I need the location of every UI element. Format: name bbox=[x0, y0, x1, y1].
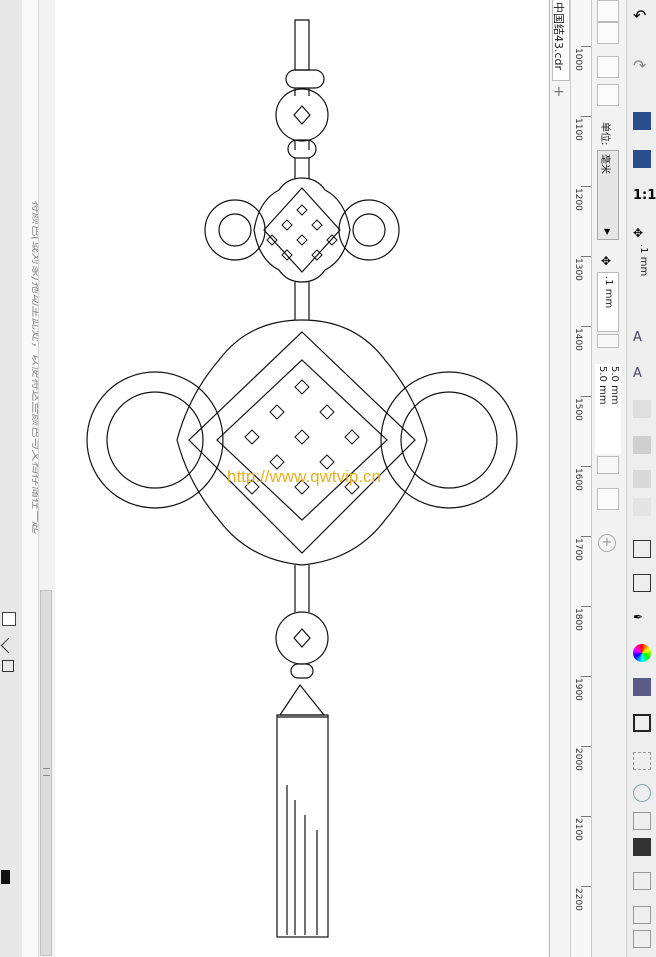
document-tab-strip: 中国结43.cdr + bbox=[550, 0, 571, 957]
ruler-label: 1100 bbox=[573, 118, 583, 141]
ruler-label: 1600 bbox=[573, 468, 583, 491]
distribute-icon[interactable] bbox=[633, 498, 651, 516]
bracket-icon[interactable] bbox=[633, 574, 651, 592]
ruler-tick bbox=[581, 746, 591, 747]
ruler-label: 1800 bbox=[573, 608, 583, 631]
chevron-down-icon: ▼ bbox=[604, 227, 611, 236]
ruler-tick bbox=[581, 816, 591, 817]
nudge-stepper[interactable] bbox=[597, 334, 619, 348]
page-view-button[interactable] bbox=[597, 0, 619, 22]
color-wheel-icon[interactable] bbox=[633, 644, 651, 662]
units-value: 毫米 bbox=[599, 154, 610, 174]
scrollbar-grip-icon bbox=[43, 768, 50, 776]
text-warp-icon[interactable]: A bbox=[633, 366, 651, 384]
nudge-icon: ✥ bbox=[633, 226, 644, 240]
palette-color-swatch[interactable] bbox=[2, 612, 16, 626]
nudge-value: .1 mm bbox=[603, 276, 614, 309]
duplicate-distance-field[interactable]: 5.0 mm 5.0 mm bbox=[595, 364, 621, 454]
frame-icon[interactable] bbox=[633, 714, 651, 732]
page-icon[interactable] bbox=[597, 22, 619, 44]
export-icon[interactable] bbox=[633, 150, 651, 168]
units-label: 单位: bbox=[599, 122, 610, 146]
units-dropdown[interactable]: 毫米 ▼ bbox=[597, 150, 619, 240]
ruler-label: 1000 bbox=[573, 48, 583, 71]
text-icon[interactable]: A bbox=[633, 330, 651, 348]
right-toolbar: ↶ ↷ 1:1 ✥ .1 mm A A ✒ bbox=[627, 0, 656, 957]
color-palette-strip[interactable] bbox=[0, 0, 23, 957]
bracket-icon[interactable] bbox=[633, 540, 651, 558]
ruler-tick bbox=[581, 466, 591, 467]
ruler-tick bbox=[581, 396, 591, 397]
gradient-icon[interactable] bbox=[633, 436, 651, 454]
nudge-icon: ✥ bbox=[601, 254, 612, 268]
globe-icon[interactable] bbox=[633, 784, 651, 802]
import-icon[interactable] bbox=[633, 112, 651, 130]
chinese-knot-drawing[interactable]: http://www.qwtvip.cn bbox=[55, 0, 549, 957]
redo-icon[interactable]: ↷ bbox=[633, 56, 651, 75]
scale-label[interactable]: 1:1 bbox=[633, 188, 656, 206]
pen-icon[interactable]: ✒ bbox=[633, 610, 651, 628]
ruler-tick bbox=[581, 886, 591, 887]
align-icon[interactable] bbox=[633, 470, 651, 488]
canvas-watermark: http://www.qwtvip.cn bbox=[227, 467, 381, 486]
docker-scrollbar[interactable] bbox=[38, 0, 55, 957]
ruler-tick bbox=[581, 676, 591, 677]
ruler-tick bbox=[581, 256, 591, 257]
ruler-label: 2000 bbox=[573, 748, 583, 771]
property-bar: 单位: 毫米 ▼ ✥ .1 mm 5.0 mm 5.0 mm + bbox=[592, 0, 627, 957]
settings-icon[interactable] bbox=[633, 930, 651, 948]
cmyk-icon[interactable] bbox=[633, 872, 651, 890]
ruler-tick bbox=[581, 326, 591, 327]
arrow-icon[interactable] bbox=[0, 637, 17, 654]
image-icon[interactable] bbox=[633, 838, 651, 856]
ruler-label: 1300 bbox=[573, 258, 583, 281]
nudge-field[interactable]: .1 mm bbox=[597, 272, 619, 332]
document-tab[interactable]: 中国结43.cdr bbox=[552, 0, 570, 81]
undo-icon[interactable]: ↶ bbox=[633, 6, 651, 25]
black-swatch[interactable] bbox=[1, 870, 10, 884]
drawing-canvas[interactable]: http://www.qwtvip.cn bbox=[55, 0, 550, 957]
ruler-tick bbox=[581, 46, 591, 47]
ruler-label: 1400 bbox=[573, 328, 583, 351]
grid-icon[interactable] bbox=[633, 752, 651, 770]
ruler-label: 1900 bbox=[573, 678, 583, 701]
ruler-tick bbox=[581, 536, 591, 537]
ruler-label: 1200 bbox=[573, 188, 583, 211]
treat-as-filled-button[interactable] bbox=[597, 488, 619, 510]
duplicate-x-value: 5.0 mm bbox=[597, 366, 608, 405]
blend-icon[interactable] bbox=[633, 400, 651, 418]
document-tab-title: 中国结43.cdr bbox=[552, 2, 565, 71]
vertical-ruler[interactable]: 1000 1100 1200 1300 1400 1500 1600 1700 … bbox=[571, 0, 592, 957]
ruler-label: 2100 bbox=[573, 818, 583, 841]
duplicate-y-value: 5.0 mm bbox=[609, 366, 620, 405]
ruler-tick bbox=[581, 606, 591, 607]
color-swatch[interactable] bbox=[633, 678, 651, 696]
add-tab-button[interactable]: + bbox=[553, 84, 565, 100]
ruler-tick bbox=[581, 116, 591, 117]
rgb-icon[interactable] bbox=[633, 812, 651, 830]
no-fill-icon[interactable] bbox=[2, 660, 14, 672]
current-page-button[interactable] bbox=[597, 84, 619, 106]
ruler-label: 2200 bbox=[573, 888, 583, 911]
all-pages-button[interactable] bbox=[597, 56, 619, 78]
add-circle-icon[interactable]: + bbox=[598, 534, 616, 552]
ruler-label: 1500 bbox=[573, 398, 583, 421]
ruler-tick bbox=[581, 186, 591, 187]
duplicate-stepper[interactable] bbox=[597, 456, 619, 474]
ruler-label: 1700 bbox=[573, 538, 583, 561]
nudge-value: .1 mm bbox=[638, 244, 649, 277]
doc-icon[interactable] bbox=[633, 906, 651, 924]
